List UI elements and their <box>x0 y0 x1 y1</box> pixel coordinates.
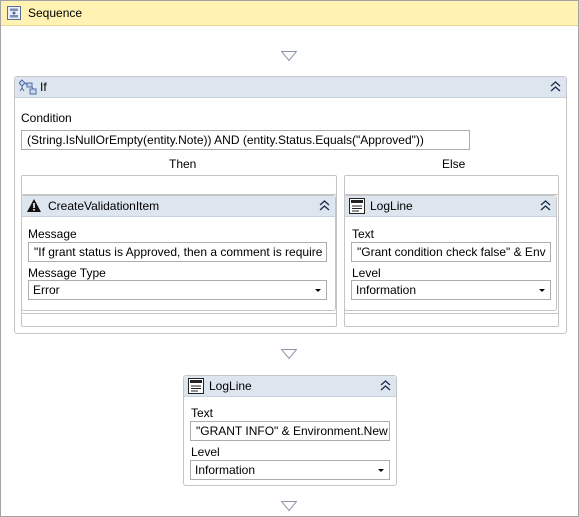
if-activity-header[interactable]: If <box>15 77 566 98</box>
collapse-icon[interactable] <box>379 379 392 392</box>
sequence-icon <box>7 6 21 23</box>
level-value: Information <box>195 463 256 477</box>
then-drop-zone-bottom[interactable] <box>22 313 336 326</box>
collapse-icon[interactable] <box>539 199 552 212</box>
level-label: Level <box>191 445 220 459</box>
text-label: Text <box>352 227 375 241</box>
else-logline-title: LogLine <box>370 199 413 213</box>
else-drop-zone-bottom[interactable] <box>345 313 558 326</box>
create-validation-item-header[interactable]: CreateValidationItem <box>22 196 335 217</box>
create-validation-item-activity[interactable]: CreateValidationItem Message "If grant s… <box>21 195 336 311</box>
then-label: Then <box>169 157 197 171</box>
else-logline-header[interactable]: LogLine <box>345 196 556 217</box>
message-input[interactable]: "If grant status is Approved, then a com… <box>28 242 327 262</box>
level-select[interactable]: Information <box>190 460 390 480</box>
dropdown-arrow-icon <box>378 469 384 472</box>
condition-label: Condition <box>21 111 72 125</box>
sequence-header[interactable]: Sequence <box>1 1 578 26</box>
message-type-label: Message Type <box>28 266 106 280</box>
bottom-logline-title: LogLine <box>209 379 252 393</box>
text-input[interactable]: "Grant condition check false" & Env <box>351 242 551 262</box>
workflow-designer-canvas: Sequence If Condition (String.IsNullOrEm… <box>0 0 579 517</box>
condition-input[interactable]: (String.IsNullOrEmpty(entity.Note)) AND … <box>21 130 470 150</box>
warning-icon <box>26 198 42 216</box>
dropdown-arrow-icon <box>539 289 545 292</box>
drop-target-arrow-icon[interactable] <box>281 349 297 359</box>
dropdown-arrow-icon <box>315 289 321 292</box>
if-activity-title: If <box>40 80 47 94</box>
else-drop-zone-top[interactable] <box>345 176 558 195</box>
collapse-icon[interactable] <box>549 80 562 93</box>
logline-icon <box>188 378 204 397</box>
if-activity-icon <box>18 79 37 98</box>
bottom-logline-activity[interactable]: LogLine Text "GRANT INFO" & Environment.… <box>183 375 397 486</box>
level-value: Information <box>356 283 417 297</box>
then-drop-zone-top[interactable] <box>22 176 336 195</box>
message-type-value: Error <box>33 283 60 297</box>
drop-target-arrow-icon[interactable] <box>281 501 297 511</box>
level-select[interactable]: Information <box>351 280 551 300</box>
level-label: Level <box>352 266 381 280</box>
bottom-logline-header[interactable]: LogLine <box>184 376 396 397</box>
create-validation-item-title: CreateValidationItem <box>48 199 160 213</box>
text-label: Text <box>191 406 214 420</box>
text-input[interactable]: "GRANT INFO" & Environment.New <box>190 421 390 441</box>
drop-target-arrow-icon[interactable] <box>281 51 297 61</box>
message-type-select[interactable]: Error <box>28 280 327 300</box>
logline-icon <box>349 198 365 217</box>
else-logline-activity[interactable]: LogLine Text "Grant condition check fals… <box>344 195 557 311</box>
message-label: Message <box>28 227 77 241</box>
else-label: Else <box>442 157 466 171</box>
collapse-icon[interactable] <box>318 199 331 212</box>
sequence-title: Sequence <box>28 6 83 20</box>
